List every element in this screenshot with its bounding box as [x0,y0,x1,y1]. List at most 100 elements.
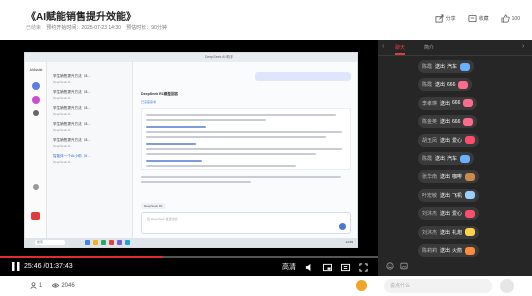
share-button[interactable]: 分享 [435,14,456,23]
player-controls-right: 高清 [282,262,368,272]
gift-button[interactable] [356,280,367,291]
pip-icon[interactable] [323,263,332,272]
gift-icon [465,209,476,218]
gift-user: 李孝瑛 [422,100,438,107]
send-button[interactable] [500,279,514,293]
start-time: 预约开始时间：2025-07-23 14:30 [46,25,121,31]
gift-icon [463,99,474,108]
viewer-stats: 1 2046 [30,282,75,289]
taskbar-app-icon [125,240,130,245]
shared-screen: DeepSeek AI 助手 AIAssist 学生销售提升方法（8... De… [24,52,358,248]
screen-chat-area: DeepSeek R1模型回答 已深度思考 DeepSeek R1 给 Deep… [133,62,357,240]
bookmark-button[interactable]: 收藏 [468,14,489,23]
page-header: 《AI赋能销售提升效能》 已结束 预约开始时间：2025-07-23 14:30… [0,0,532,40]
fullscreen-icon[interactable] [359,262,368,272]
emoji-icon[interactable] [386,262,394,270]
gift-item: 礼炮 [452,229,463,236]
tab-underline [395,53,405,55]
like-button[interactable]: 100 [501,14,520,23]
gift-message: 陈莉莉 送出 火箭 [418,244,480,257]
gift-user: 陈霞 [422,64,433,70]
gift-icon [458,80,469,89]
gift-user: 刘沐杰 [422,211,438,218]
gift-user: 叶宏敏 [422,192,438,199]
side-tabs: ‹ 聊天 简介 › [378,40,532,56]
gift-verb: 送出 [435,82,446,89]
gift-message: 陈金英 送出 666 [418,115,478,129]
gift-message: 陈霞 送出 汽车 [418,152,475,165]
webfullscreen-icon[interactable] [341,263,350,272]
status-badge: 已结束 [26,25,42,31]
collapse-right-icon[interactable]: › [522,43,524,50]
duration: 预估时长：90分钟 [126,25,167,31]
gift-item: 666 [447,81,456,88]
gift-message: 陈霞 送出 666 [418,78,473,92]
gift-verb: 送出 [435,156,446,162]
taskbar-app-icon [85,240,90,245]
gift-user: 陈霞 [422,82,433,89]
list-item: 学生销售提升方法（8... DeepSeek R... [53,138,91,148]
gift-item: 汽车 [447,156,458,162]
screen-titlebar: DeepSeek AI 助手 [25,53,357,62]
video-player[interactable]: DeepSeek AI 助手 AIAssist 学生销售提升方法（8... De… [0,40,378,276]
online-count-value: 1 [39,282,43,289]
screen-taskbar: 搜索 14:39 [25,238,357,247]
volume-icon[interactable] [305,263,314,272]
gift-message: 刘沐杰 送出 礼炮 [418,225,480,239]
gift-user: 陈莉莉 [422,248,438,254]
header-actions: 分享 收藏 100 [435,14,520,23]
gift-item: 汽车 [447,64,458,70]
gift-item: 爱心 [452,211,463,218]
screen-composer: 给 DeepSeek 发送消息 [141,212,351,234]
rail-logo: AIAssist [29,68,43,72]
composer-placeholder: 给 DeepSeek 发送消息 [147,217,178,221]
gift-icon [465,172,476,181]
gift-icon [460,154,471,163]
conversation-list: 学生销售提升方法（8... DeepSeek R... 学生销售提升方法（8..… [47,62,133,240]
tab-chat[interactable]: 聊天 [395,44,405,51]
view-count: 2046 [52,282,75,289]
gift-verb: 送出 [440,192,451,199]
list-item: 学生销售提升方法（8... DeepSeek R... [53,106,91,116]
rail-agent-icon [32,96,40,104]
gift-verb: 送出 [440,229,451,236]
taskbar-clock: 14:39 [345,240,353,244]
gift-item: 666 [452,118,461,125]
thinking-tag: 已深度思考 [141,100,157,104]
gift-icon [465,246,476,255]
gift-message: 胡玉凤 送出 爱心 [418,133,480,147]
view-count-value: 2046 [61,282,75,289]
side-bottom-tools [386,262,408,270]
play-icon[interactable] [12,262,20,271]
gift-message: 刘沐杰 送出 爱心 [418,207,480,221]
like-count: 100 [511,15,520,22]
gift-item: 火箭 [452,248,463,254]
gift-user: 陈金英 [422,119,438,126]
quality-button[interactable]: 高清 [282,262,296,272]
gift-message: 张华南 送出 咖啡 [418,170,480,184]
chat-input[interactable]: 说点什么 [384,279,492,293]
playback-time: 25:46 /01:37:43 [24,263,73,270]
collapse-left-icon[interactable]: ‹ [382,43,384,50]
gift-feed: 陈霞 送出 汽车 陈霞 送出 666 李孝瑛 送出 666 陈金英 送出 666 胡玉凤 送出 爱心 陈霞 送出… [378,56,532,260]
online-count: 1 [30,282,42,289]
answer-block [141,108,351,170]
screen-rail: AIAssist [25,62,47,240]
bookmark-icon [468,14,477,23]
gift-user: 张华南 [422,174,438,181]
gift-icon [465,136,476,145]
taskbar-search: 搜索 [35,240,65,245]
gift-user: 陈霞 [422,156,433,162]
gift-verb: 送出 [440,119,451,126]
gift-icon [463,117,474,126]
tab-intro[interactable]: 简介 [424,44,434,51]
rail-chat-icon [32,82,40,90]
gift-verb: 送出 [440,174,451,181]
taskbar-app-icon [93,240,98,245]
gift-item: 爱心 [452,137,463,144]
image-icon[interactable] [400,262,408,270]
side-panel: ‹ 聊天 简介 › 陈霞 送出 汽车 陈霞 送出 666 李孝瑛 送出 666 陈金英 送出 666 胡… [378,40,532,276]
answer-summary [141,174,351,186]
taskbar-app-icon [109,240,114,245]
gift-user: 胡玉凤 [422,137,438,144]
